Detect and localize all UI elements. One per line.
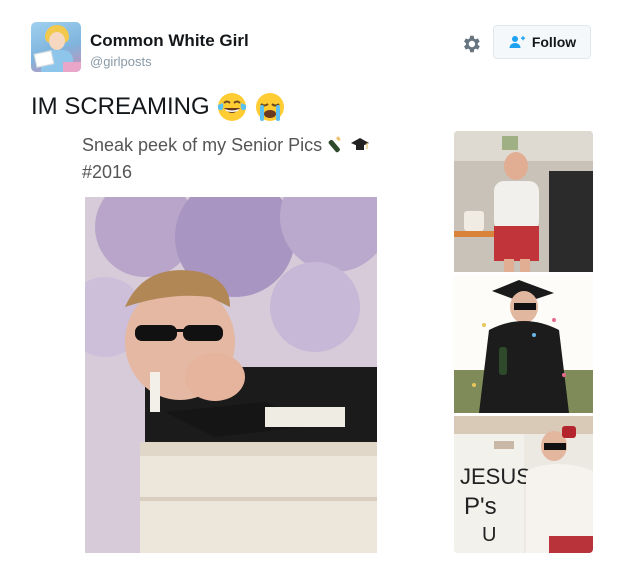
caption-text: Sneak peek of my Senior Pics xyxy=(82,135,323,155)
tweet-body: IM SCREAMING xyxy=(31,93,210,120)
gear-icon[interactable] xyxy=(460,33,482,55)
tears-of-joy-emoji xyxy=(217,93,246,121)
svg-text:JESUS: JESUS xyxy=(460,464,531,489)
user-name[interactable]: Common White Girl xyxy=(90,31,249,51)
main-photo[interactable] xyxy=(85,197,377,553)
thumbnail-1[interactable] xyxy=(454,131,593,272)
user-handle[interactable]: @girlposts xyxy=(90,54,152,70)
thumbnail-3[interactable]: JESUS P's U xyxy=(454,416,593,553)
caption-line-1: Sneak peek of my Senior Pics xyxy=(82,133,370,157)
graduation-cap-emoji xyxy=(351,138,370,150)
tweet-text: IM SCREAMING xyxy=(31,91,286,123)
champagne-bottle-emoji xyxy=(328,136,341,153)
svg-text:P's: P's xyxy=(464,493,497,520)
add-user-icon xyxy=(509,36,525,48)
loudly-crying-emoji xyxy=(255,93,284,121)
thumbnail-2[interactable] xyxy=(454,275,593,413)
avatar[interactable] xyxy=(31,22,81,72)
follow-button[interactable]: Follow xyxy=(493,25,591,59)
follow-label: Follow xyxy=(531,34,577,50)
caption-line-2: #2016 xyxy=(82,162,133,182)
svg-text:U: U xyxy=(482,524,496,546)
